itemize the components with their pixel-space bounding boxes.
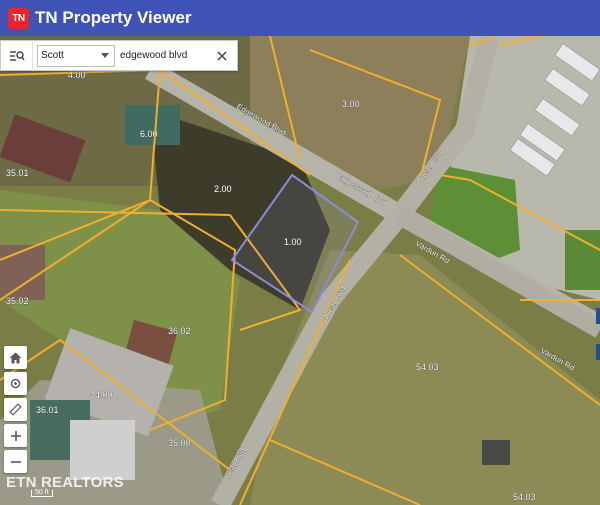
map-toolbar: [4, 346, 28, 476]
parcel-label: 54.03: [513, 492, 536, 502]
home-icon: [9, 352, 22, 363]
parcel-label: 35.02: [6, 296, 29, 306]
menu-search-button[interactable]: [1, 40, 33, 71]
parcel-label: 1.00: [284, 237, 302, 247]
side-panel-tab[interactable]: [596, 308, 600, 324]
parcel-label: 3.00: [342, 99, 360, 109]
parcel-label: 36.01: [36, 405, 59, 415]
locate-icon: [10, 378, 21, 389]
aerial-map[interactable]: 4.00 3.00 6.00 35.01 2.00 1.00 35.02 36.…: [0, 36, 600, 505]
app-title: TN Property Viewer: [35, 8, 192, 27]
county-value: Scott: [41, 50, 64, 61]
zoom-out-button[interactable]: [4, 450, 27, 473]
parcel-label: 4.00: [68, 70, 86, 80]
close-icon: [217, 51, 227, 61]
parcel-label: 35.00: [168, 438, 191, 448]
address-search-input[interactable]: [120, 50, 220, 61]
clear-search-button[interactable]: [215, 49, 229, 63]
locate-button[interactable]: [4, 372, 27, 395]
parcel-label: 54.03: [416, 362, 439, 372]
county-dropdown[interactable]: Scott: [37, 44, 115, 67]
building-white: [70, 420, 135, 480]
watermark: ETN REALTORS: [6, 474, 124, 491]
building-green-roof: [125, 105, 180, 145]
shed: [482, 440, 510, 465]
parcel-label: 35.01: [6, 168, 29, 178]
measure-button[interactable]: [4, 398, 27, 421]
parcel-label: 2.00: [214, 184, 232, 194]
scale-bar: 50 ft: [31, 489, 53, 497]
home-button[interactable]: [4, 346, 27, 369]
side-panel-tab[interactable]: [596, 344, 600, 360]
parcel-label: 34.00: [90, 390, 113, 400]
parcel-label: 6.00: [140, 129, 158, 139]
chevron-down-icon: [101, 53, 109, 58]
measure-icon: [9, 403, 22, 416]
app-header: TN TN Property Viewer: [0, 0, 600, 36]
map-canvas[interactable]: 4.00 3.00 6.00 35.01 2.00 1.00 35.02 36.…: [0, 36, 600, 505]
zoom-out-icon: [10, 460, 21, 463]
search-bar: Scott: [0, 40, 238, 71]
zoom-in-icon: [10, 430, 21, 441]
zoom-in-button[interactable]: [4, 424, 27, 447]
tn-logo: TN: [8, 7, 29, 29]
parcel-label: 36.02: [168, 326, 191, 336]
building-west: [0, 245, 45, 300]
menu-search-icon: [9, 50, 25, 61]
grass-east: [565, 230, 600, 290]
